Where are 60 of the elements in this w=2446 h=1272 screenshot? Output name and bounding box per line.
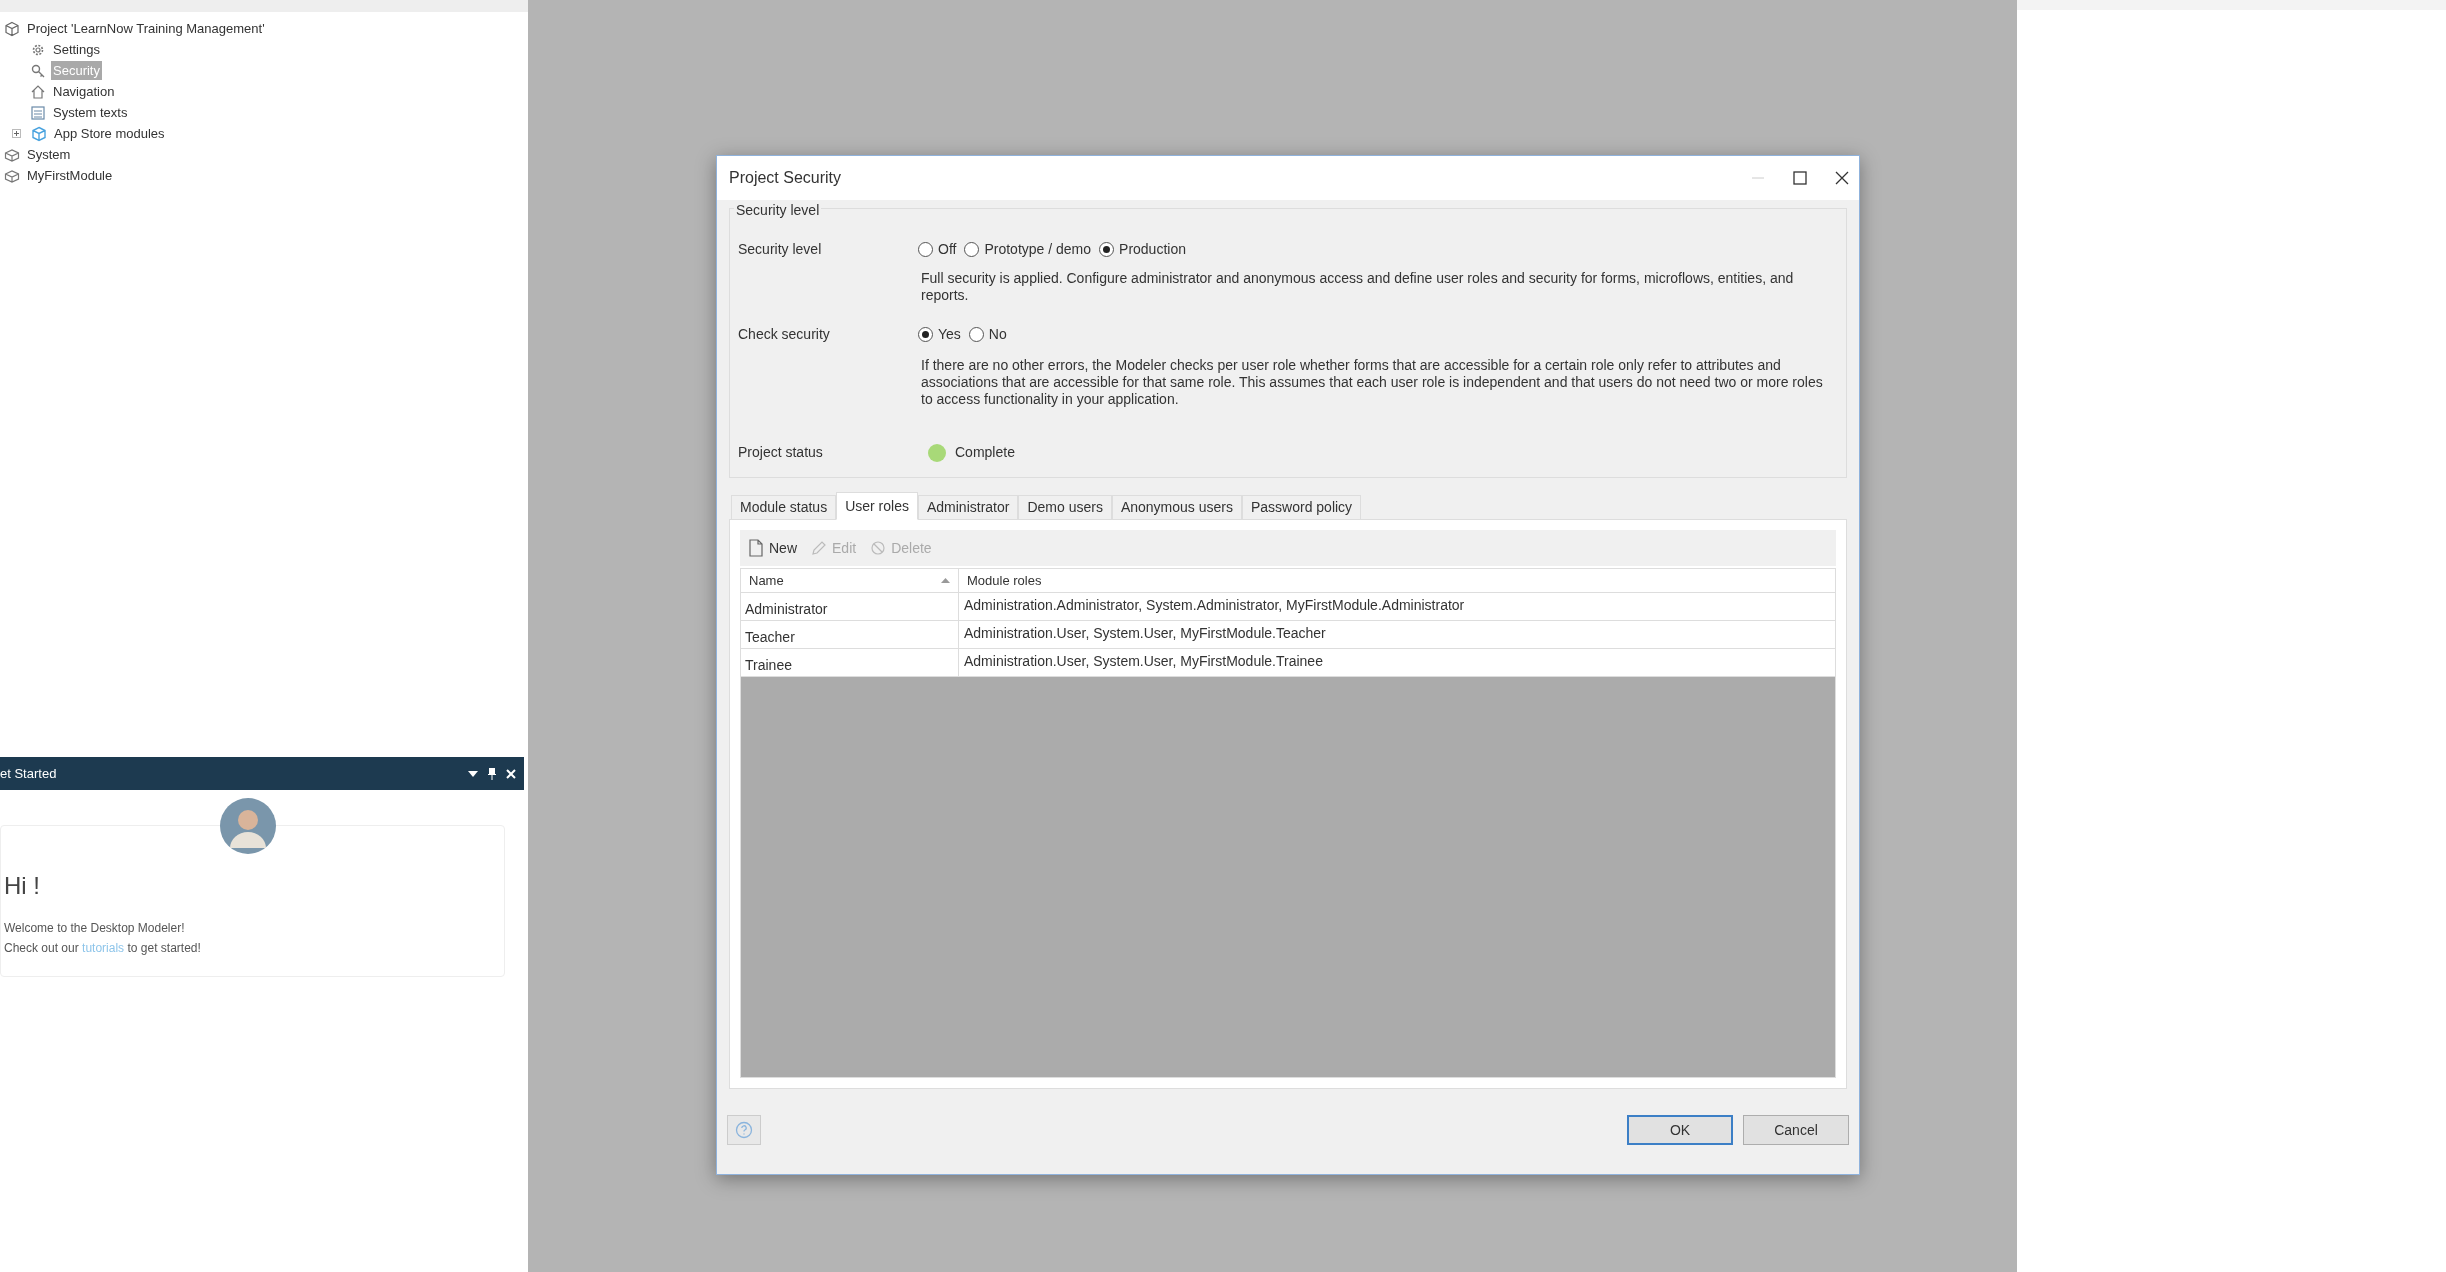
radio-button[interactable] <box>968 327 984 342</box>
document-icon <box>30 104 46 121</box>
description-text: Full security is applied. Configure administrator and anonymous access and define user roles and security for forms, microflows, entities, and reports. <box>920 270 1795 304</box>
table-cell-text: Administration.Administrator, System.Administrator, MyFirstModule.Administrator <box>963 596 1466 615</box>
radio-label: Prototype / demo <box>984 240 1092 259</box>
table-cell-text: Administration.User, System.User, MyFirstModule.Teacher <box>963 624 1327 643</box>
tree-item[interactable]: Project 'LearnNow Training Management' <box>25 18 267 39</box>
tree-item[interactable]: System texts <box>51 102 130 123</box>
avatar-icon <box>220 798 276 854</box>
key-icon <box>30 62 46 79</box>
tab[interactable]: Administrator <box>917 495 1019 519</box>
dialog-button[interactable]: Cancel <box>1743 1115 1849 1145</box>
radio-label: No <box>988 325 1007 344</box>
tree-item[interactable]: System <box>25 144 73 165</box>
close-icon[interactable] <box>1835 171 1849 185</box>
radio-button[interactable] <box>918 242 933 257</box>
prohibited-icon <box>870 540 887 556</box>
tab[interactable]: User roles <box>836 492 918 520</box>
table-cell-text: Administration.User, System.User, MyFirstModule.Trainee <box>963 652 1324 671</box>
table-cell: Trainee <box>741 649 959 676</box>
tree-item[interactable]: MyFirstModule <box>25 165 115 186</box>
pencil-icon <box>811 540 827 556</box>
radio-button[interactable] <box>1099 242 1115 257</box>
table-cell: Teacher <box>741 621 959 648</box>
document-icon <box>748 539 764 557</box>
welcome-text: Check out our tutorials to get started! <box>4 940 201 957</box>
welcome-text: Welcome to the Desktop Modeler! <box>4 920 186 937</box>
table-cell: Administrator <box>741 593 959 620</box>
greeting: Hi ! <box>4 871 41 901</box>
tab[interactable]: Password policy <box>1241 495 1362 519</box>
tab[interactable]: Demo users <box>1018 495 1112 519</box>
cube-icon <box>31 125 47 142</box>
cube-icon <box>4 20 20 37</box>
toolbar-button[interactable]: New <box>748 537 797 559</box>
dropdown-icon[interactable] <box>468 770 478 777</box>
status-text: Complete <box>955 443 1015 462</box>
radio-label: Production <box>1119 240 1186 259</box>
tab[interactable]: Module status <box>731 495 837 519</box>
tab[interactable]: Anonymous users <box>1111 495 1242 519</box>
dialog-button[interactable]: OK <box>1627 1115 1733 1145</box>
description-text: If there are no other errors, the Modeler checks per user role whether forms that are accessible for a certain role only refer to attributes and associations that are accessible for that same role. This assumes that each user role is independent and that users do not need two or more roles to access functionality in your application. <box>920 357 1824 408</box>
tree-item[interactable]: App Store modules <box>52 123 167 144</box>
field-label: Security level <box>738 240 823 259</box>
window-title: Project Security <box>729 168 842 188</box>
expand-icon[interactable] <box>12 129 21 138</box>
pin-icon[interactable] <box>488 767 496 780</box>
radio-button[interactable] <box>918 327 933 342</box>
house-icon <box>30 83 46 100</box>
question-icon <box>735 1121 753 1139</box>
panel-title: et Started <box>0 764 57 783</box>
maximize-icon[interactable] <box>1793 171 1807 185</box>
radio-label: Yes <box>938 325 961 344</box>
field-label: Check security <box>738 325 831 344</box>
column-header[interactable]: Name <box>741 569 959 592</box>
column-header[interactable]: Module roles <box>959 569 1835 592</box>
radio-button[interactable] <box>964 242 980 257</box>
tree-item[interactable]: Settings <box>51 39 102 60</box>
field-label: Project status <box>738 443 824 462</box>
tree-item[interactable]: Navigation <box>51 81 117 102</box>
radio-label: Off <box>938 240 957 259</box>
